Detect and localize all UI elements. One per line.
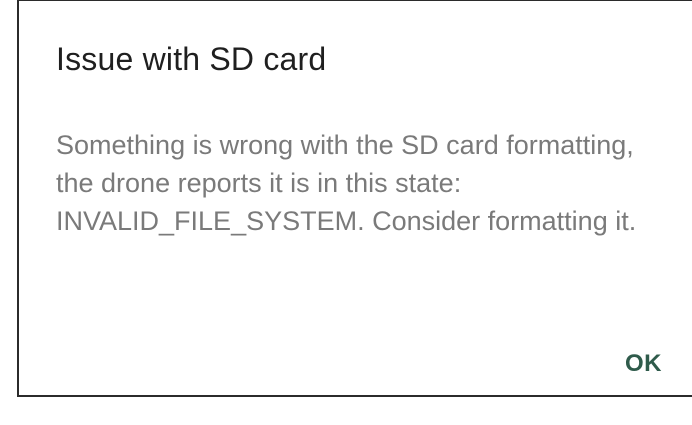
ok-button[interactable]: OK	[625, 350, 662, 378]
sd-card-issue-dialog: Issue with SD card Something is wrong wi…	[17, 0, 692, 397]
dialog-title: Issue with SD card	[56, 41, 327, 77]
dialog-actions: OK	[625, 350, 662, 378]
dialog-message: Something is wrong with the SD card form…	[56, 130, 637, 236]
